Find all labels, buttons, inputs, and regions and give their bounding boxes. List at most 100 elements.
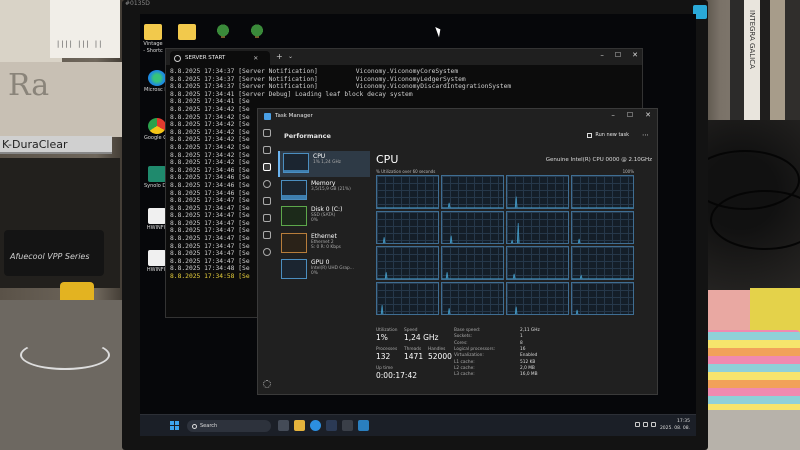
cpu-detail-row: Virtualization: Enabled: [454, 353, 594, 358]
cpu-detail-value: 512 KB: [520, 359, 536, 365]
core-usage-line: [377, 304, 438, 314]
desktop-icon-tree[interactable]: [244, 24, 270, 40]
hamburger-icon[interactable]: [263, 129, 271, 137]
core-graph-svg: [442, 202, 503, 208]
minimize-icon[interactable]: –: [611, 111, 615, 119]
hwinfo-icon: [148, 208, 166, 224]
core-graph: [441, 175, 504, 209]
more-options-icon[interactable]: ⋯: [642, 131, 649, 139]
resource-item-cpu[interactable]: CPU 1% 1,24 GHz: [278, 151, 370, 177]
clock[interactable]: 17:35 2025. 08. 08.: [660, 418, 690, 432]
taskbar-search-box[interactable]: Search: [187, 420, 271, 432]
resource-item-gpu[interactable]: GPU 0 Intel(R) UHD Grap... 0%: [278, 257, 370, 283]
core-graph-svg: [572, 207, 633, 208]
core-graph-svg: [507, 306, 568, 314]
new-tab-icon[interactable]: +: [276, 52, 283, 61]
settings-gear-icon[interactable]: [263, 380, 271, 388]
system-tray: [635, 422, 656, 427]
tree-icon: [214, 24, 232, 40]
resource-item-mem[interactable]: Memory 3,5/15,9 GB (21%): [278, 178, 370, 204]
core-graph: [571, 281, 634, 315]
app-history-icon[interactable]: [263, 180, 271, 188]
core-usage-line: [572, 309, 633, 314]
cpu-detail-key: Logical processors:: [454, 346, 496, 352]
core-graph-grid[interactable]: [376, 175, 634, 315]
stat-value: 1,24 GHz: [404, 333, 439, 342]
chevron-down-icon[interactable]: ⌄: [288, 53, 293, 60]
startup-apps-icon[interactable]: [263, 197, 271, 205]
services-icon[interactable]: [263, 248, 271, 256]
maximize-icon[interactable]: ☐: [627, 111, 633, 119]
close-icon[interactable]: ✕: [632, 51, 638, 59]
cpu-detail-row: Logical processors: 16: [454, 347, 594, 352]
core-graph: [506, 175, 569, 209]
task-manager-taskbar-icon[interactable]: [358, 420, 369, 431]
resource-item-name: CPU: [313, 153, 326, 160]
resource-item-sub1: 3,5/15,9 GB (21%): [311, 186, 351, 192]
close-tab-icon[interactable]: ✕: [253, 55, 258, 62]
desktop-icon-label: Vintage: [143, 41, 163, 47]
resource-item-sub2: 0%: [311, 218, 318, 223]
cpu-detail-value: 16,0 MB: [520, 372, 538, 378]
resource-item-eth[interactable]: Ethernet Ethernet 2 S: 0 R: 0 Kbps: [278, 231, 370, 257]
bezel-sticker: #0135D: [125, 0, 150, 7]
core-usage-line: [507, 222, 568, 243]
chrome-icon: [148, 118, 166, 134]
cpu-detail-value: 2,0 MB: [520, 365, 535, 371]
console-tab[interactable]: . SERVER START ✕: [170, 51, 270, 65]
performance-icon[interactable]: [263, 163, 271, 171]
core-graph-svg: [442, 235, 503, 243]
shelf-label-strip: K-DuraClear: [0, 136, 112, 154]
desktop-icon-vintage[interactable]: Vintage - Shortc: [140, 24, 166, 54]
core-graph: [376, 246, 439, 280]
folder-icon: [178, 24, 196, 40]
folder-icon: [144, 24, 162, 40]
white-cable: [20, 340, 110, 370]
taskbar: Search 17:35 2025. 08. 08.: [140, 414, 696, 436]
resource-item-name: Disk 0 (C:): [311, 206, 343, 213]
store-icon[interactable]: [326, 420, 337, 431]
cpu-detail-key: L1 cache:: [454, 359, 475, 365]
core-graph-svg: [442, 272, 503, 279]
tree-icon: [248, 24, 266, 40]
stat-processes: Processes 132: [376, 347, 397, 361]
cpu-detail-key: Sockets:: [454, 334, 473, 340]
cpu-detail-row: Sockets: 1: [454, 334, 594, 339]
core-graph-svg: [507, 273, 568, 279]
details-icon[interactable]: [263, 231, 271, 239]
run-new-task-label: Run new task: [595, 132, 629, 138]
core-usage-line: [442, 307, 503, 314]
users-icon[interactable]: [263, 214, 271, 222]
hwinfo-icon: [148, 250, 166, 266]
task-manager-window[interactable]: Task Manager – ☐ ✕ Performance Run new t…: [257, 108, 658, 395]
resource-item-sub1: 1% 1,24 GHz: [313, 160, 341, 165]
volume-icon[interactable]: [643, 422, 648, 427]
minimize-icon[interactable]: –: [600, 51, 604, 59]
console-line: 8.8.2025 17:34:37 [Server Notification] …: [170, 68, 459, 75]
core-graph: [506, 246, 569, 280]
task-view-icon[interactable]: [278, 420, 289, 431]
notification-icon[interactable]: [651, 422, 656, 427]
desktop-icon-folder[interactable]: [174, 24, 200, 40]
run-new-task-button[interactable]: Run new task: [587, 132, 629, 138]
mini-graph: [281, 259, 307, 279]
terminal-icon[interactable]: [342, 420, 353, 431]
close-icon[interactable]: ✕: [645, 111, 651, 119]
desktop-icon-tree[interactable]: [210, 24, 236, 40]
cpu-detail-key: Base speed:: [454, 328, 481, 333]
processes-icon[interactable]: [263, 146, 271, 154]
edge-icon[interactable]: [310, 420, 321, 431]
book-title: INTEGRA GALICA: [748, 10, 756, 69]
cpu-detail-value: 1: [520, 334, 523, 340]
cpu-panel: CPU Genuine Intel(R) CPU 0000 @ 2.10GHz …: [376, 153, 654, 380]
cpu-detail-row: Cores: 8: [454, 341, 594, 346]
file-explorer-icon[interactable]: [294, 420, 305, 431]
core-graph: [571, 175, 634, 209]
network-icon[interactable]: [635, 422, 640, 427]
maximize-icon[interactable]: ☐: [615, 51, 621, 59]
stat-handles: Handles 52000: [428, 347, 452, 361]
core-graph: [376, 210, 439, 244]
resource-item-disk[interactable]: Disk 0 (C:) SSD (SATA) 0%: [278, 204, 370, 230]
windows-start-icon[interactable]: [170, 421, 179, 430]
core-usage-line: [377, 236, 438, 243]
